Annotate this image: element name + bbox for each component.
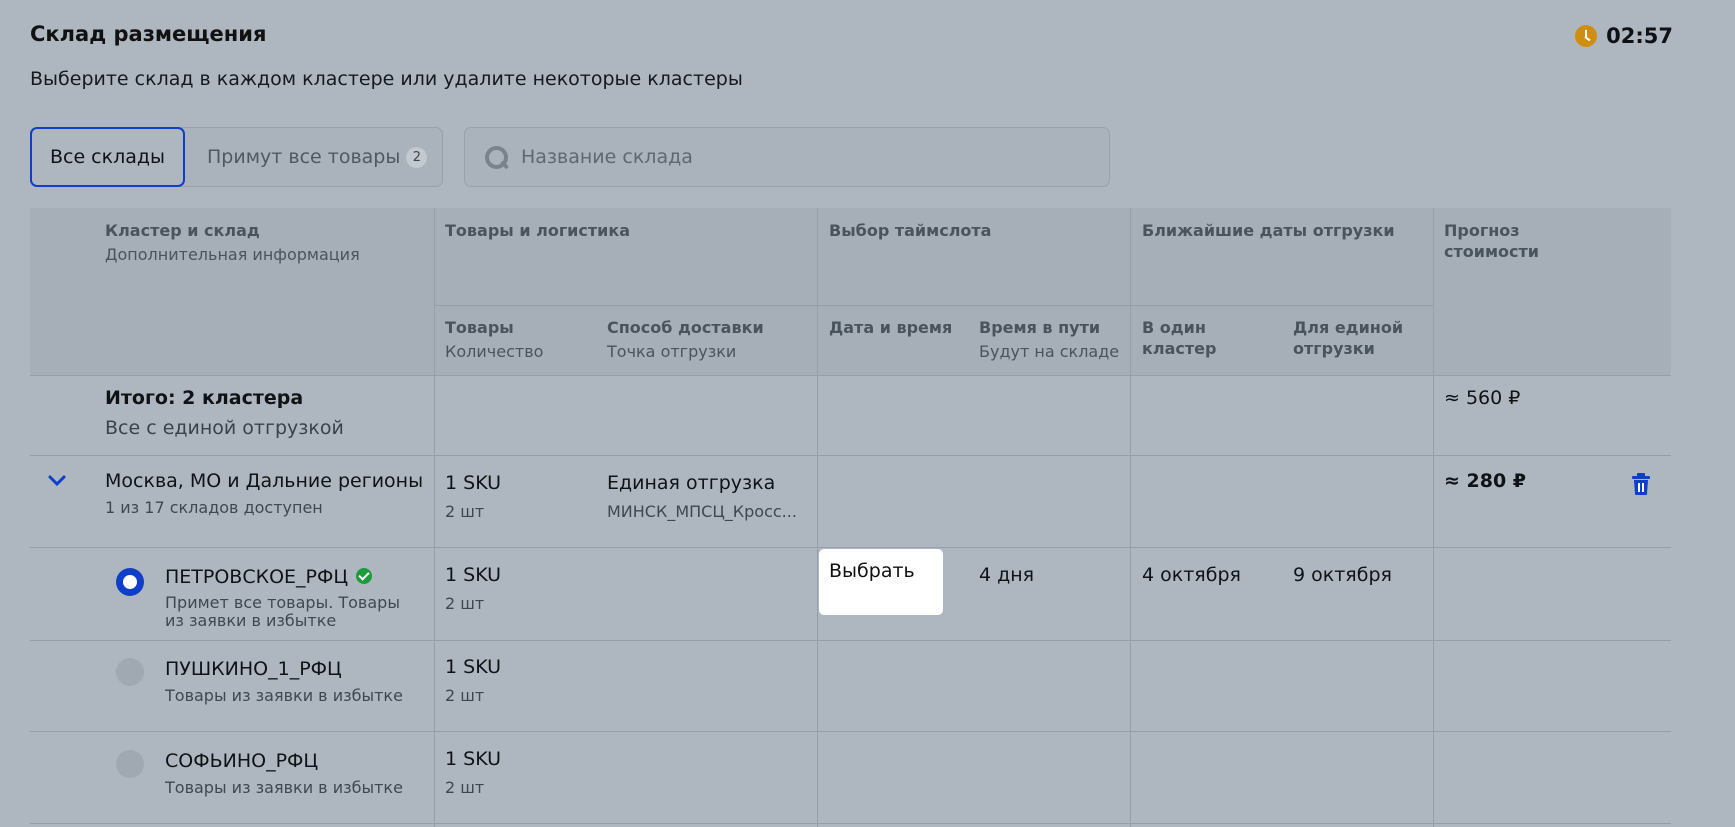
page-title: Склад размещения: [30, 22, 267, 46]
col-divider: [1130, 208, 1131, 827]
col-divider: [1433, 208, 1434, 827]
search-input[interactable]: [521, 146, 1081, 168]
cluster-shipping-point: МИНСК_МПСЦ_Кросс...: [607, 502, 797, 521]
total-label: Итого: 2 кластера: [105, 387, 304, 409]
count-badge: 2: [406, 146, 428, 168]
col-goods-logistics-header: Товары и логистика: [445, 221, 631, 240]
select-timeslot-button[interactable]: Выбрать: [819, 549, 943, 615]
total-price: ≈ 560 ₽: [1444, 387, 1521, 409]
warehouse-note: Товары из заявки в избытке: [165, 778, 403, 797]
col-divider: [434, 208, 435, 827]
warehouse-sku: 1 SKU: [445, 656, 502, 678]
warehouse-name: ПЕТРОВСКОЕ_РФЦ: [165, 566, 373, 588]
col-goods-subheader: Количество: [445, 342, 544, 361]
col-divider: [817, 208, 818, 827]
total-sub: Все с единой отгрузкой: [105, 417, 344, 439]
col-datetime-header: Дата и время: [829, 318, 953, 337]
timer: 02:57: [1575, 24, 1673, 48]
cluster-name: Москва, МО и Дальние регионы: [105, 470, 424, 492]
tab-all-label: Все склады: [49, 146, 166, 168]
col-cluster-header: Кластер и склад: [105, 221, 260, 240]
warehouse-qty: 2 шт: [445, 778, 485, 797]
warehouse-name: ПУШКИНО_1_РФЦ: [165, 658, 342, 680]
col-delivery-subheader: Точка отгрузки: [607, 342, 737, 361]
trash-icon[interactable]: [1630, 472, 1652, 496]
col-timeslot-header: Выбор таймслота: [829, 221, 992, 240]
search-icon: [483, 144, 509, 170]
warehouse-transit: 4 дня: [979, 564, 1035, 586]
header-subdivider: [434, 305, 1433, 306]
col-transit-subheader: Будут на складе: [979, 342, 1120, 361]
page-subtitle: Выберите склад в каждом кластере или уда…: [30, 68, 743, 90]
col-one-cluster-header: В один кластер: [1142, 318, 1217, 358]
warehouse-single-date: 9 октября: [1293, 564, 1392, 586]
warehouse-table: Кластер и склад Дополнительная информаци…: [30, 208, 1671, 827]
col-goods-header: Товары: [445, 318, 514, 337]
warehouse-name-text: ПЕТРОВСКОЕ_РФЦ: [165, 566, 349, 588]
col-forecast-header: Прогноз стоимости: [1444, 221, 1539, 261]
tab-all-warehouses[interactable]: Все склады: [30, 127, 185, 187]
tab-accept-all[interactable]: Примут все товары 2: [207, 128, 428, 186]
col-transit-header: Время в пути: [979, 318, 1101, 337]
row-divider: [30, 547, 1671, 548]
col-single-shipment-header: Для единой отгрузки: [1293, 318, 1404, 358]
cluster-price: ≈ 280 ₽: [1444, 470, 1527, 492]
warehouse-note: Товары из заявки в избытке: [165, 686, 403, 705]
warehouse-sku: 1 SKU: [445, 564, 502, 586]
warehouse-name: СОФЬИНО_РФЦ: [165, 750, 319, 772]
cluster-availability: 1 из 17 складов доступен: [105, 498, 323, 517]
warehouse-radio-selected[interactable]: [116, 568, 144, 596]
check-icon: [356, 567, 373, 584]
warehouse-radio[interactable]: [116, 658, 144, 686]
filter-tabs: Все склады Примут все товары 2: [30, 127, 443, 187]
row-divider: [30, 823, 1671, 824]
select-timeslot-label: Выбрать: [829, 560, 915, 582]
timer-value: 02:57: [1606, 24, 1673, 48]
chevron-down-icon[interactable]: [47, 474, 67, 488]
col-delivery-header: Способ доставки: [607, 318, 764, 337]
tab-accept-label: Примут все товары: [207, 146, 401, 168]
cluster-delivery: Единая отгрузка: [607, 472, 776, 494]
warehouse-note: Примет все товары. Товары из заявки в из…: [165, 593, 400, 630]
warehouse-qty: 2 шт: [445, 594, 485, 613]
warehouse-qty: 2 шт: [445, 686, 485, 705]
col-nearest-header: Ближайшие даты отгрузки: [1142, 221, 1395, 240]
row-divider: [30, 455, 1671, 456]
warehouse-sku: 1 SKU: [445, 748, 502, 770]
col-cluster-subheader: Дополнительная информация: [105, 245, 360, 264]
cluster-qty: 2 шт: [445, 502, 485, 521]
search-box: [464, 127, 1110, 187]
warehouse-radio[interactable]: [116, 750, 144, 778]
row-divider: [30, 640, 1671, 641]
row-divider: [30, 375, 1671, 376]
cluster-sku: 1 SKU: [445, 472, 502, 494]
clock-icon: [1575, 25, 1598, 47]
warehouse-one-cluster-date: 4 октября: [1142, 564, 1241, 586]
row-divider: [30, 731, 1671, 732]
